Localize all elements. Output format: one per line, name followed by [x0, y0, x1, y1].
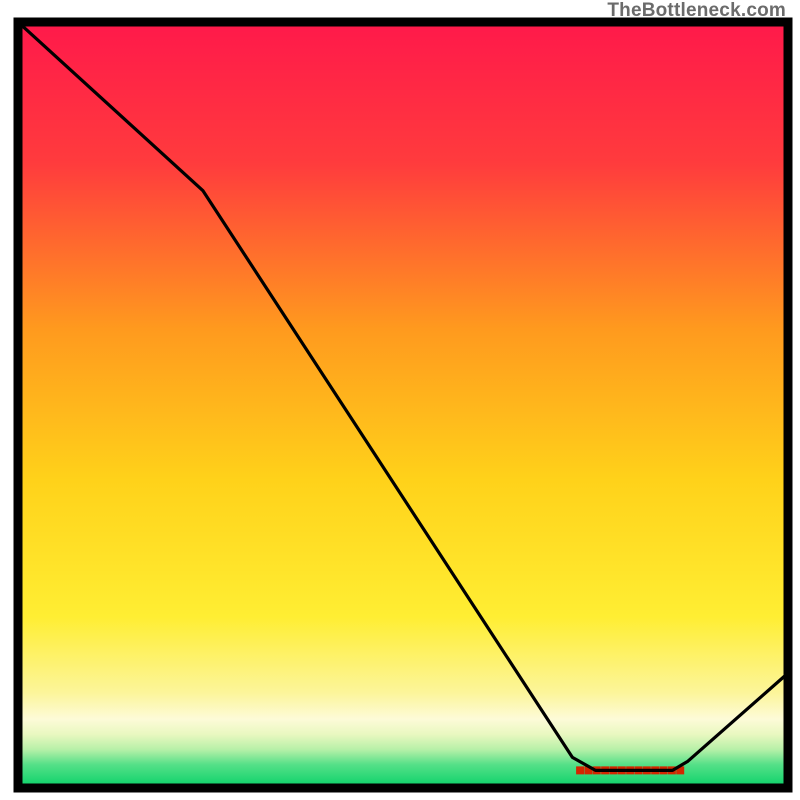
- bottleneck-chart: [0, 0, 800, 800]
- optimal-marker-square: [576, 766, 584, 774]
- watermark-text: TheBottleneck.com: [607, 0, 786, 22]
- plot-area: [18, 22, 788, 784]
- chart-stage: TheBottleneck.com: [0, 0, 800, 800]
- gradient-background: [23, 27, 784, 784]
